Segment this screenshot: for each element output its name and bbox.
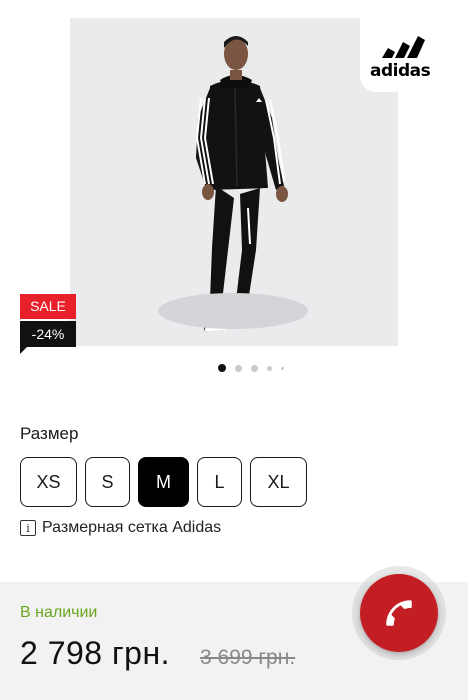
discount-badge-tail — [20, 347, 27, 354]
old-price: 3 699 грн. — [200, 646, 296, 669]
phone-icon — [386, 600, 412, 626]
gallery-pagination — [0, 362, 468, 374]
size-section-title: Размер — [20, 424, 79, 443]
stock-status: В наличии — [20, 604, 98, 621]
size-option-m[interactable]: M — [138, 457, 189, 507]
size-option-xl[interactable]: XL — [250, 457, 307, 507]
pagination-dot[interactable] — [281, 366, 284, 370]
info-icon: i — [20, 520, 36, 536]
brand-logo: adidas — [360, 18, 468, 92]
call-button[interactable] — [360, 574, 438, 652]
discount-badge: -24% — [20, 321, 76, 347]
adidas-logo-icon — [382, 36, 425, 58]
product-gallery[interactable]: adidas SALE -24% — [0, 0, 468, 372]
photo-floor-shadow — [158, 293, 308, 329]
current-price: 2 798 грн. — [20, 635, 170, 671]
pagination-dot[interactable] — [235, 364, 242, 372]
product-photo[interactable] — [70, 18, 398, 346]
size-option-xs[interactable]: XS — [20, 457, 77, 507]
pagination-dot[interactable] — [267, 365, 272, 371]
size-chart-link[interactable]: i Размерная сетка Adidas — [20, 519, 221, 537]
size-option-l[interactable]: L — [197, 457, 242, 507]
size-selector: XS S M L XL — [20, 457, 307, 507]
brand-logo-text: adidas — [370, 61, 431, 81]
size-option-s[interactable]: S — [85, 457, 130, 507]
sale-badge: SALE — [20, 294, 76, 319]
size-chart-label: Размерная сетка Adidas — [42, 519, 222, 536]
pagination-dot[interactable] — [251, 364, 258, 372]
pagination-dot[interactable] — [218, 364, 226, 372]
